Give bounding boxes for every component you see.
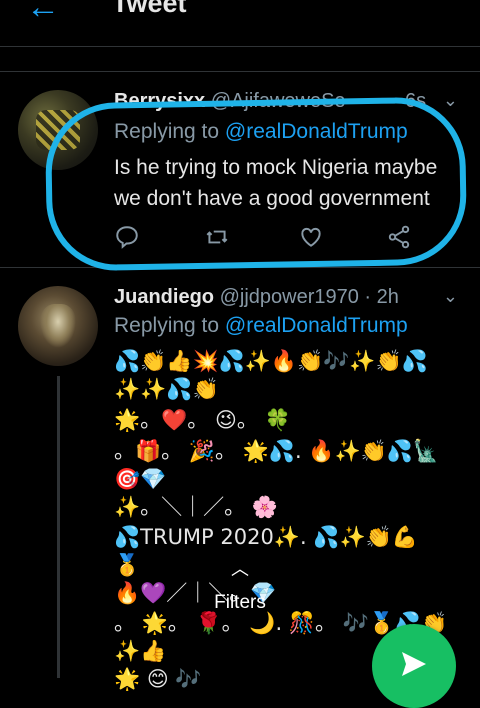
compose-reply-button[interactable] [372, 624, 456, 708]
replying-to: Replying to @realDonaldTrump [114, 314, 408, 338]
tweet-text-line: 💦👏👍💥💦✨🔥👏🎶✨👏💦 [114, 349, 428, 373]
filters-button[interactable]: ︿ Filters [205, 560, 275, 622]
tweet-text-line: 🌟 😊 🎶 [114, 667, 202, 691]
chevron-down-icon[interactable]: ⌄ [443, 90, 458, 111]
tweet-text-line: 。🎁。 🎉。 🌟💦. 🔥✨👏💦🗽 [114, 439, 440, 463]
tweet-text-line: 🎯💎 [114, 467, 167, 491]
page-title: Tweet [112, 0, 187, 18]
app-header: ← Tweet [0, 0, 480, 47]
tweet-text-line: ✨👍 [114, 639, 167, 663]
chevron-down-icon[interactable]: ⌄ [443, 286, 458, 307]
tweet-text-line: ✨✨💦👏 [114, 377, 219, 401]
previous-tweet-footer [0, 47, 480, 72]
avatar[interactable] [18, 286, 98, 366]
mention-link[interactable]: @realDonaldTrump [225, 314, 408, 337]
handle: @jjdpower1970 [219, 286, 359, 308]
chevron-up-icon: ︿ [231, 559, 249, 579]
tweet-text-line: 💦TRUMP 2020✨. 💦✨👏💪 [114, 525, 418, 549]
display-name[interactable]: Juandiego [114, 286, 214, 308]
send-icon [402, 652, 426, 676]
tweet-text-line: 🌟。❤️。 😉。 🍀 [114, 408, 291, 432]
replying-prefix: Replying to [114, 314, 220, 337]
filters-label: Filters [214, 592, 266, 613]
thread-connector [57, 376, 60, 678]
highlight-circle-annotation [44, 96, 468, 272]
timestamp: · 2h [364, 286, 399, 308]
arrow-left-icon[interactable]: ← [26, 0, 60, 24]
tweet-text-line: ✨。＼｜／。 🌸 [114, 495, 278, 519]
tweet-text-line: 🥇 [114, 553, 141, 577]
tweet-author-row: Juandiego @jjdpower1970 · 2h [114, 286, 464, 310]
